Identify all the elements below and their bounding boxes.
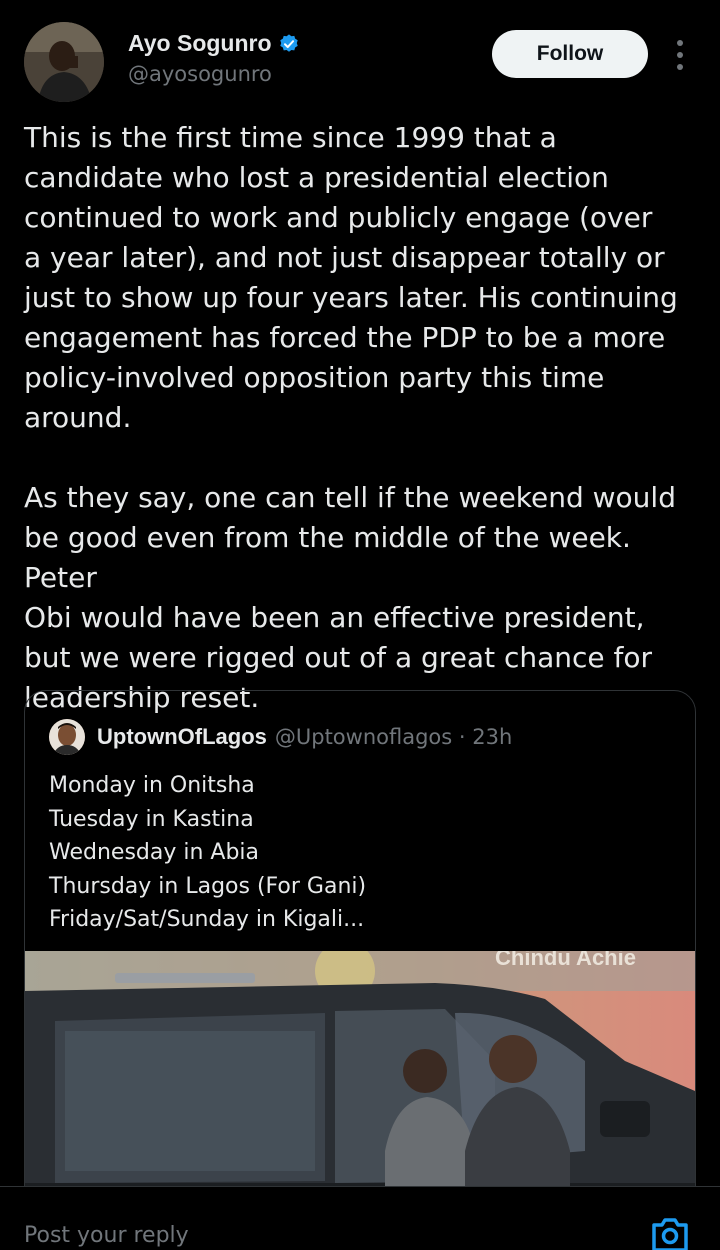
- verified-badge-icon: [279, 33, 298, 52]
- author-name-row: Ayo Sogunro: [128, 30, 300, 57]
- author-name[interactable]: Ayo Sogunro: [128, 30, 272, 57]
- quoted-tweet[interactable]: UptownOfLagos @Uptownoflagos · 23h Monda…: [24, 690, 696, 1212]
- quote-header: UptownOfLagos @Uptownoflagos · 23h: [49, 719, 512, 755]
- reply-bar: Post your reply: [0, 1186, 720, 1250]
- quote-meta: @Uptownoflagos · 23h: [274, 725, 513, 749]
- follow-button[interactable]: Follow: [492, 30, 648, 78]
- quote-text: Monday in Onitsha Tuesday in Kastina Wed…: [49, 773, 367, 932]
- reply-input[interactable]: Post your reply: [24, 1223, 189, 1248]
- tweet-header: Ayo Sogunro @ayosogunro Follow: [0, 0, 720, 110]
- svg-text:Chindu Achie: Chindu Achie: [495, 951, 636, 970]
- tweet-text: This is the first time since 1999 that a…: [24, 121, 678, 714]
- author-avatar[interactable]: [24, 22, 104, 102]
- quote-avatar: [49, 719, 85, 755]
- more-icon[interactable]: [670, 38, 690, 72]
- camera-icon[interactable]: [650, 1217, 690, 1250]
- quote-video-thumbnail[interactable]: Chindu Achie: [25, 941, 695, 1211]
- author-handle[interactable]: @ayosogunro: [128, 62, 272, 86]
- quote-author-name: UptownOfLagos: [97, 724, 267, 749]
